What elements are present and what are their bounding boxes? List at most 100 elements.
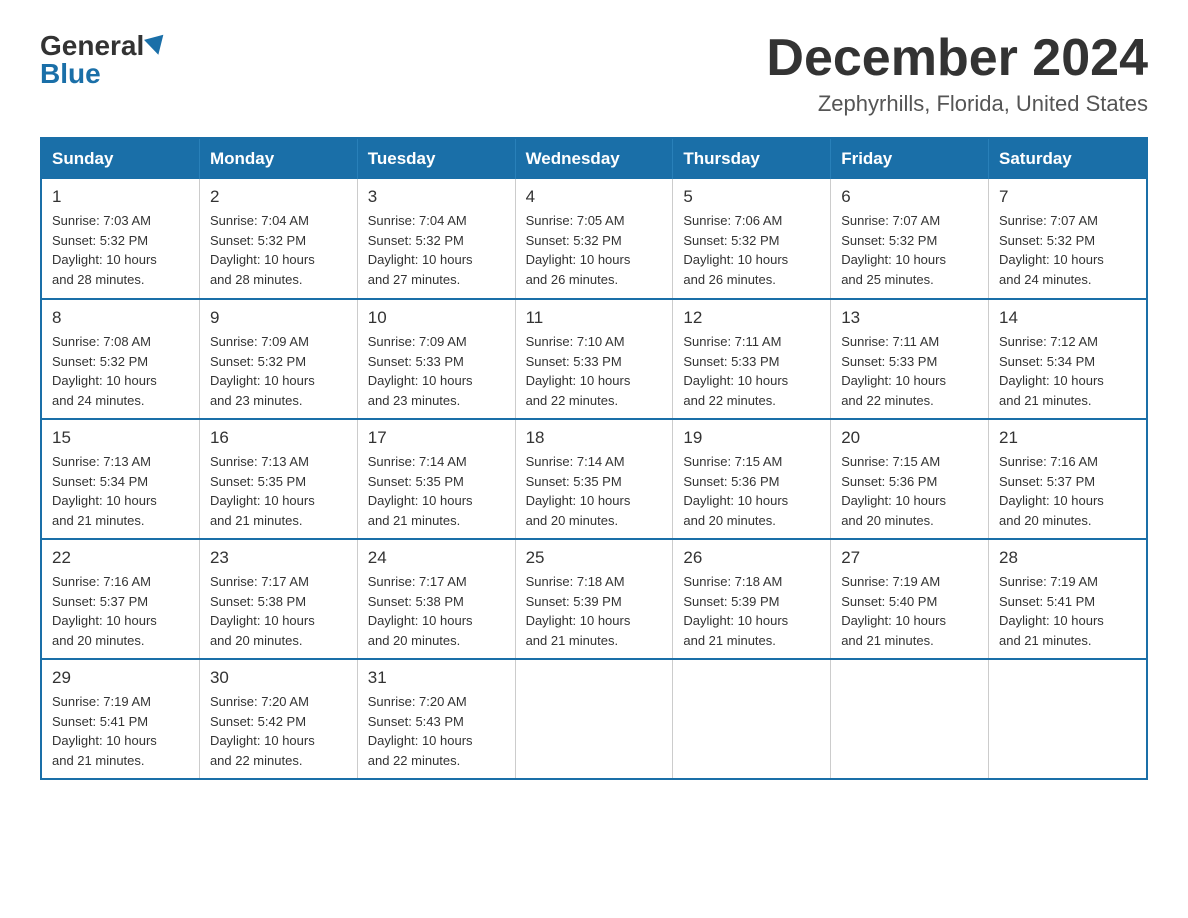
week-row-3: 15 Sunrise: 7:13 AM Sunset: 5:34 PM Dayli… — [41, 419, 1147, 539]
day-number-w4-d3: 24 — [368, 548, 505, 568]
day-number-w2-d4: 11 — [526, 308, 663, 328]
day-info-w1-d7: Sunrise: 7:07 AM Sunset: 5:32 PM Dayligh… — [999, 211, 1136, 289]
day-number-w1-d3: 3 — [368, 187, 505, 207]
calendar-cell-w5-d3: 31Sunrise: 7:20 AM Sunset: 5:43 PM Dayli… — [357, 659, 515, 779]
day-info-w4-d2: Sunrise: 7:17 AM Sunset: 5:38 PM Dayligh… — [210, 572, 347, 650]
day-number-w2-d3: 10 — [368, 308, 505, 328]
calendar-cell-w5-d4 — [515, 659, 673, 779]
calendar-cell-w1-d2: 2 Sunrise: 7:04 AM Sunset: 5:32 PM Daylig… — [199, 179, 357, 299]
calendar-cell-w3-d5: 19 Sunrise: 7:15 AM Sunset: 5:36 PM Dayli… — [673, 419, 831, 539]
calendar-cell-w4-d4: 25 Sunrise: 7:18 AM Sunset: 5:39 PM Dayli… — [515, 539, 673, 659]
day-info-w2-d4: Sunrise: 7:10 AM Sunset: 5:33 PM Dayligh… — [526, 332, 663, 410]
calendar-cell-w1-d3: 3 Sunrise: 7:04 AM Sunset: 5:32 PM Daylig… — [357, 179, 515, 299]
calendar-cell-w5-d2: 30 Sunrise: 7:20 AM Sunset: 5:42 PM Dayli… — [199, 659, 357, 779]
day-number-w2-d2: 9 — [210, 308, 347, 328]
calendar-cell-w3-d7: 21Sunrise: 7:16 AM Sunset: 5:37 PM Dayli… — [989, 419, 1148, 539]
logo: General Blue — [40, 30, 168, 90]
day-info-w2-d1: Sunrise: 7:08 AM Sunset: 5:32 PM Dayligh… — [52, 332, 189, 410]
calendar-cell-w1-d1: 1Sunrise: 7:03 AM Sunset: 5:32 PM Daylig… — [41, 179, 199, 299]
day-number-w1-d5: 5 — [683, 187, 820, 207]
day-info-w2-d3: Sunrise: 7:09 AM Sunset: 5:33 PM Dayligh… — [368, 332, 505, 410]
header-monday: Monday — [199, 138, 357, 179]
day-info-w4-d4: Sunrise: 7:18 AM Sunset: 5:39 PM Dayligh… — [526, 572, 663, 650]
week-row-4: 22Sunrise: 7:16 AM Sunset: 5:37 PM Dayli… — [41, 539, 1147, 659]
day-info-w4-d7: Sunrise: 7:19 AM Sunset: 5:41 PM Dayligh… — [999, 572, 1136, 650]
calendar-cell-w4-d1: 22Sunrise: 7:16 AM Sunset: 5:37 PM Dayli… — [41, 539, 199, 659]
header-sunday: Sunday — [41, 138, 199, 179]
day-number-w4-d7: 28 — [999, 548, 1136, 568]
day-number-w3-d3: 17 — [368, 428, 505, 448]
calendar-cell-w1-d4: 4Sunrise: 7:05 AM Sunset: 5:32 PM Daylig… — [515, 179, 673, 299]
calendar-cell-w2-d6: 13 Sunrise: 7:11 AM Sunset: 5:33 PM Dayli… — [831, 299, 989, 419]
day-number-w3-d1: 15 — [52, 428, 189, 448]
calendar-cell-w5-d7 — [989, 659, 1148, 779]
days-header-row: Sunday Monday Tuesday Wednesday Thursday… — [41, 138, 1147, 179]
calendar-cell-w5-d5 — [673, 659, 831, 779]
header-friday: Friday — [831, 138, 989, 179]
header-wednesday: Wednesday — [515, 138, 673, 179]
day-number-w4-d2: 23 — [210, 548, 347, 568]
day-info-w3-d6: Sunrise: 7:15 AM Sunset: 5:36 PM Dayligh… — [841, 452, 978, 530]
day-number-w4-d6: 27 — [841, 548, 978, 568]
day-number-w5-d1: 29 — [52, 668, 189, 688]
day-info-w1-d4: Sunrise: 7:05 AM Sunset: 5:32 PM Dayligh… — [526, 211, 663, 289]
calendar-table: Sunday Monday Tuesday Wednesday Thursday… — [40, 137, 1148, 780]
day-number-w2-d1: 8 — [52, 308, 189, 328]
day-number-w2-d6: 13 — [841, 308, 978, 328]
day-info-w3-d3: Sunrise: 7:14 AM Sunset: 5:35 PM Dayligh… — [368, 452, 505, 530]
day-number-w3-d2: 16 — [210, 428, 347, 448]
day-info-w5-d1: Sunrise: 7:19 AM Sunset: 5:41 PM Dayligh… — [52, 692, 189, 770]
day-info-w1-d5: Sunrise: 7:06 AM Sunset: 5:32 PM Dayligh… — [683, 211, 820, 289]
calendar-cell-w3-d4: 18 Sunrise: 7:14 AM Sunset: 5:35 PM Dayli… — [515, 419, 673, 539]
day-number-w3-d4: 18 — [526, 428, 663, 448]
day-info-w3-d4: Sunrise: 7:14 AM Sunset: 5:35 PM Dayligh… — [526, 452, 663, 530]
calendar-subtitle: Zephyrhills, Florida, United States — [766, 91, 1148, 117]
day-number-w1-d2: 2 — [210, 187, 347, 207]
calendar-cell-w1-d6: 6 Sunrise: 7:07 AM Sunset: 5:32 PM Daylig… — [831, 179, 989, 299]
day-number-w5-d3: 31 — [368, 668, 505, 688]
calendar-cell-w3-d3: 17 Sunrise: 7:14 AM Sunset: 5:35 PM Dayli… — [357, 419, 515, 539]
day-info-w3-d2: Sunrise: 7:13 AM Sunset: 5:35 PM Dayligh… — [210, 452, 347, 530]
calendar-cell-w3-d6: 20 Sunrise: 7:15 AM Sunset: 5:36 PM Dayli… — [831, 419, 989, 539]
day-number-w1-d7: 7 — [999, 187, 1136, 207]
day-info-w4-d3: Sunrise: 7:17 AM Sunset: 5:38 PM Dayligh… — [368, 572, 505, 650]
logo-blue-text: Blue — [40, 58, 101, 89]
day-info-w3-d5: Sunrise: 7:15 AM Sunset: 5:36 PM Dayligh… — [683, 452, 820, 530]
day-number-w2-d7: 14 — [999, 308, 1136, 328]
logo-arrow-icon — [144, 35, 168, 58]
day-number-w4-d4: 25 — [526, 548, 663, 568]
header-saturday: Saturday — [989, 138, 1148, 179]
day-info-w5-d2: Sunrise: 7:20 AM Sunset: 5:42 PM Dayligh… — [210, 692, 347, 770]
calendar-cell-w4-d7: 28 Sunrise: 7:19 AM Sunset: 5:41 PM Dayli… — [989, 539, 1148, 659]
calendar-cell-w1-d5: 5 Sunrise: 7:06 AM Sunset: 5:32 PM Daylig… — [673, 179, 831, 299]
day-info-w1-d6: Sunrise: 7:07 AM Sunset: 5:32 PM Dayligh… — [841, 211, 978, 289]
day-info-w1-d3: Sunrise: 7:04 AM Sunset: 5:32 PM Dayligh… — [368, 211, 505, 289]
day-number-w3-d6: 20 — [841, 428, 978, 448]
calendar-cell-w2-d7: 14 Sunrise: 7:12 AM Sunset: 5:34 PM Dayli… — [989, 299, 1148, 419]
calendar-cell-w3-d1: 15 Sunrise: 7:13 AM Sunset: 5:34 PM Dayli… — [41, 419, 199, 539]
day-info-w1-d2: Sunrise: 7:04 AM Sunset: 5:32 PM Dayligh… — [210, 211, 347, 289]
day-number-w3-d5: 19 — [683, 428, 820, 448]
calendar-cell-w2-d4: 11 Sunrise: 7:10 AM Sunset: 5:33 PM Dayli… — [515, 299, 673, 419]
day-info-w2-d6: Sunrise: 7:11 AM Sunset: 5:33 PM Dayligh… — [841, 332, 978, 410]
calendar-cell-w1-d7: 7 Sunrise: 7:07 AM Sunset: 5:32 PM Daylig… — [989, 179, 1148, 299]
day-info-w1-d1: Sunrise: 7:03 AM Sunset: 5:32 PM Dayligh… — [52, 211, 189, 289]
week-row-2: 8 Sunrise: 7:08 AM Sunset: 5:32 PM Daylig… — [41, 299, 1147, 419]
day-number-w4-d1: 22 — [52, 548, 189, 568]
day-number-w1-d6: 6 — [841, 187, 978, 207]
title-section: December 2024 Zephyrhills, Florida, Unit… — [766, 30, 1148, 117]
day-info-w3-d1: Sunrise: 7:13 AM Sunset: 5:34 PM Dayligh… — [52, 452, 189, 530]
week-row-1: 1Sunrise: 7:03 AM Sunset: 5:32 PM Daylig… — [41, 179, 1147, 299]
calendar-cell-w4-d3: 24 Sunrise: 7:17 AM Sunset: 5:38 PM Dayli… — [357, 539, 515, 659]
calendar-cell-w4-d5: 26Sunrise: 7:18 AM Sunset: 5:39 PM Dayli… — [673, 539, 831, 659]
page-header: General Blue December 2024 Zephyrhills, … — [40, 30, 1148, 117]
day-info-w2-d7: Sunrise: 7:12 AM Sunset: 5:34 PM Dayligh… — [999, 332, 1136, 410]
calendar-cell-w2-d5: 12Sunrise: 7:11 AM Sunset: 5:33 PM Dayli… — [673, 299, 831, 419]
calendar-cell-w2-d1: 8 Sunrise: 7:08 AM Sunset: 5:32 PM Daylig… — [41, 299, 199, 419]
day-number-w5-d2: 30 — [210, 668, 347, 688]
calendar-title: December 2024 — [766, 30, 1148, 87]
header-tuesday: Tuesday — [357, 138, 515, 179]
calendar-cell-w2-d2: 9 Sunrise: 7:09 AM Sunset: 5:32 PM Daylig… — [199, 299, 357, 419]
calendar-cell-w2-d3: 10 Sunrise: 7:09 AM Sunset: 5:33 PM Dayli… — [357, 299, 515, 419]
day-info-w2-d2: Sunrise: 7:09 AM Sunset: 5:32 PM Dayligh… — [210, 332, 347, 410]
